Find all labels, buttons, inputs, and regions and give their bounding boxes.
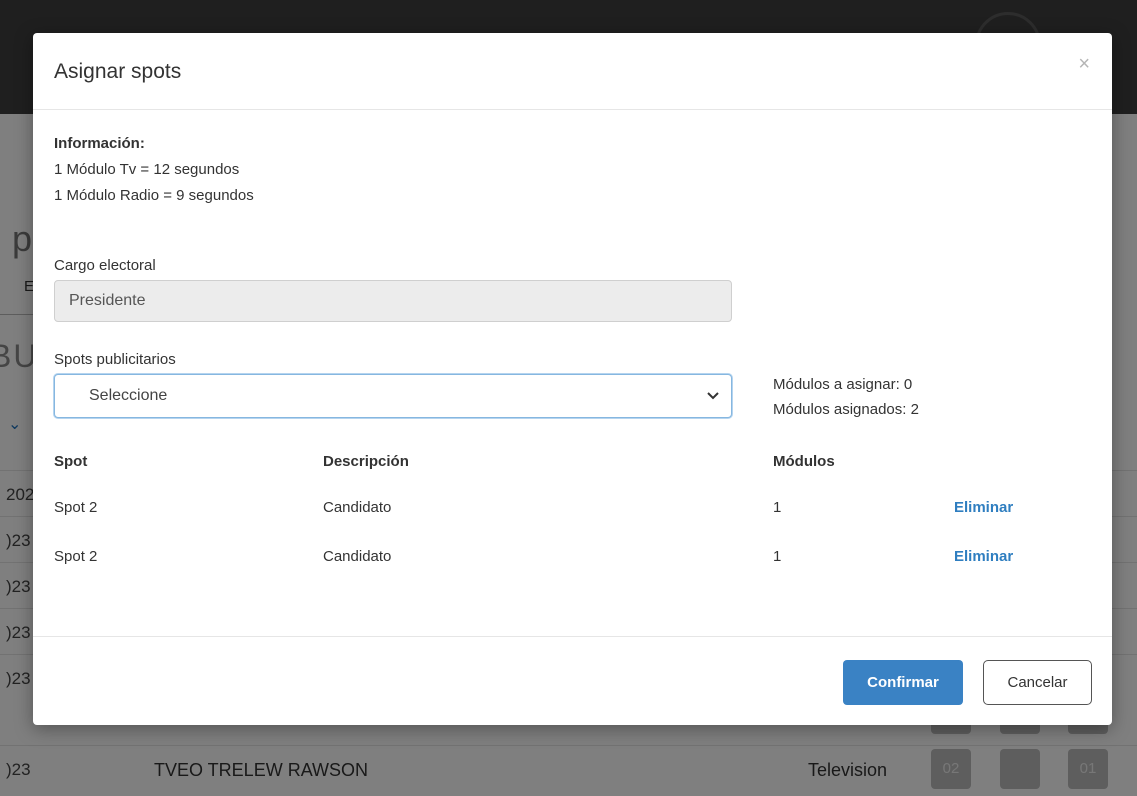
assign-spots-modal: Asignar spots × Información: 1 Módulo Tv… xyxy=(33,33,1112,725)
modal-footer: Confirmar Cancelar xyxy=(33,636,1112,726)
row-spot: Spot 2 xyxy=(54,499,98,516)
row-description: Candidato xyxy=(323,499,392,516)
select-value: Seleccione xyxy=(89,387,168,404)
column-header-spot: Spot xyxy=(54,453,88,470)
info-line-tv: 1 Módulo Tv = 12 segundos xyxy=(54,161,240,178)
row-modules: 1 xyxy=(773,499,782,516)
spots-publicitarios-label: Spots publicitarios xyxy=(54,351,176,368)
row-description: Candidato xyxy=(323,548,392,565)
modal-header: Asignar spots × xyxy=(33,33,1112,110)
row-modules: 1 xyxy=(773,548,782,565)
cancel-button[interactable]: Cancelar xyxy=(983,660,1092,705)
row-spot: Spot 2 xyxy=(54,548,98,565)
column-header-modules: Módulos xyxy=(773,453,835,470)
column-header-description: Descripción xyxy=(323,453,409,470)
cargo-electoral-label: Cargo electoral xyxy=(54,257,156,274)
info-heading: Información: xyxy=(54,135,145,152)
delete-spot-link[interactable]: Eliminar xyxy=(954,548,1013,565)
confirm-button[interactable]: Confirmar xyxy=(843,660,963,705)
chevron-down-icon xyxy=(707,375,719,433)
spots-publicitarios-select[interactable]: Seleccione xyxy=(54,374,732,418)
close-icon[interactable]: × xyxy=(1078,53,1090,76)
modules-assigned: Módulos asignados: 2 xyxy=(773,401,919,418)
modules-to-assign: Módulos a asignar: 0 xyxy=(773,376,913,393)
info-line-radio: 1 Módulo Radio = 9 segundos xyxy=(54,187,254,204)
modal-title: Asignar spots xyxy=(54,60,182,83)
delete-spot-link[interactable]: Eliminar xyxy=(954,499,1013,516)
cargo-electoral-field: Presidente xyxy=(54,280,732,322)
